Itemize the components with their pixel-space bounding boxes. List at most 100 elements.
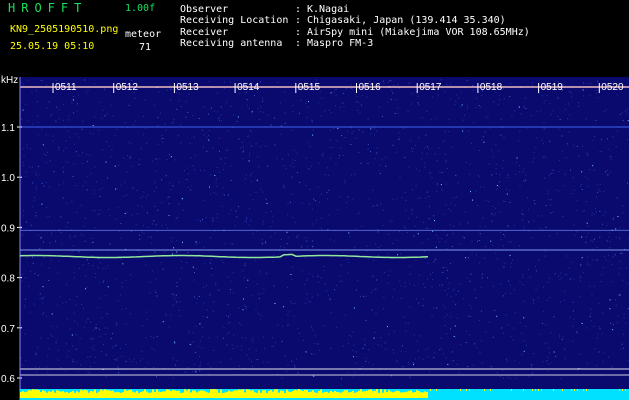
noise-dot [147,236,149,238]
noise-dot [442,141,444,143]
noise-dot [72,359,74,361]
noise-dot [202,219,203,221]
noise-dot [174,340,175,342]
noise-dot [339,275,341,277]
noise-dot [377,255,379,257]
noise-dot [572,310,574,312]
noise-dot [470,191,471,193]
noise-dot [265,242,266,244]
noise-dot [427,238,429,240]
noise-dot [626,282,628,284]
noise-dot [354,371,356,373]
level-bar [64,392,66,398]
noise-dot [609,247,611,249]
noise-dot [305,157,307,159]
level-bar [256,392,258,398]
noise-dot [355,137,357,139]
noise-dot [260,319,262,321]
level-bar [40,392,42,398]
noise-dot [603,111,605,113]
noise-dot [595,211,597,213]
noise-dot [94,83,95,85]
noise-dot [409,363,411,365]
noise-dot [511,241,513,243]
level-bar [420,392,422,398]
noise-dot [107,286,109,288]
level-bar [116,391,118,398]
noise-dot [215,284,217,286]
noise-dot [349,236,351,238]
noise-dot [307,106,309,108]
noise-dot [110,337,112,339]
level-bar [194,390,196,398]
noise-dot [417,233,419,235]
noise-dot [535,270,537,272]
noise-dot [150,336,152,337]
noise-dot [73,272,75,274]
noise-dot [304,284,306,286]
noise-dot [45,315,47,317]
noise-dot [447,363,449,365]
noise-dot [440,337,442,339]
noise-dot [23,164,25,166]
noise-dot [480,186,482,188]
noise-dot [215,282,217,284]
noise-dot [548,347,550,349]
noise-dot [545,250,547,252]
noise-dot [577,369,578,371]
noise-dot [549,140,551,142]
noise-dot [475,107,477,109]
noise-dot [619,238,621,240]
noise-dot [231,344,233,346]
level-dot [532,389,533,391]
noise-dot [151,242,153,244]
noise-dot [133,188,134,190]
noise-dot [228,316,230,318]
noise-dot [292,217,294,219]
noise-dot [67,130,69,132]
noise-dot [43,185,45,187]
noise-dot [403,225,405,227]
noise-dot [627,238,629,240]
noise-dot [162,138,164,139]
noise-dot [550,173,552,175]
noise-dot [387,282,389,284]
level-bar [322,392,324,398]
noise-dot [242,151,244,153]
noise-dot [43,312,45,314]
noise-dot [106,141,108,142]
noise-dot [428,206,430,208]
noise-dot [547,299,548,301]
level-bar [180,392,182,398]
noise-dot [176,294,177,296]
noise-dot [270,236,272,238]
level-bar [20,392,22,398]
noise-dot [551,199,552,201]
noise-dot [352,331,354,333]
level-bar [74,392,76,398]
noise-dot [112,347,113,349]
noise-dot [25,175,27,177]
noise-dot [579,277,581,279]
noise-dot [427,278,429,280]
noise-dot [620,348,622,350]
noise-dot [220,158,222,160]
level-bar [108,390,110,398]
noise-dot [69,327,71,329]
noise-dot [230,165,232,167]
noise-dot [324,173,326,175]
noise-dot [73,163,75,165]
noise-dot [600,138,602,140]
noise-dot [280,238,282,240]
noise-dot [602,223,604,225]
noise-dot [34,303,35,305]
noise-dot [612,255,614,257]
noise-dot [138,159,140,161]
noise-dot [239,365,240,367]
time-tick-label: 0518 [480,82,503,93]
noise-dot [531,373,533,375]
noise-dot [455,337,457,339]
noise-dot [218,137,220,139]
noise-dot [458,97,460,99]
noise-dot [215,193,217,195]
